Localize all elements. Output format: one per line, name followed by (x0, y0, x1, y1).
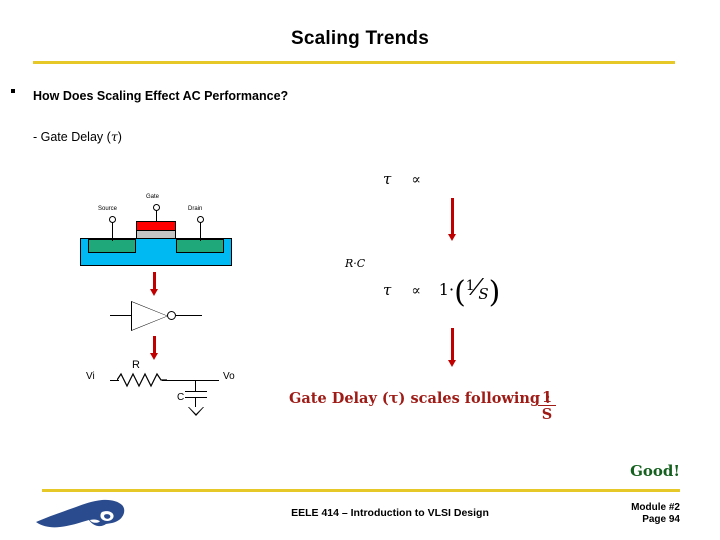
rc-output-wire (162, 380, 219, 381)
arrow-shaft (451, 328, 454, 360)
conclusion-fraction-denominator: S (538, 406, 556, 423)
drain-terminal-lead (200, 222, 201, 241)
equation-2-denominator: S (478, 285, 488, 303)
footer-page-number: Page 94 (560, 514, 680, 526)
arrow-head (448, 234, 456, 241)
arrow-head (448, 360, 456, 367)
arrow-shaft (451, 198, 454, 234)
subbullet-prefix: - Gate Delay ( (33, 130, 111, 144)
gate-terminal-lead (156, 210, 157, 222)
equation-tau-scaling: τ∝1·(1⁄S) (383, 275, 500, 310)
page-title: Scaling Trends (0, 28, 720, 50)
bullet-sub-text: - Gate Delay (τ) (33, 129, 122, 144)
source-terminal-lead (112, 222, 113, 241)
source-terminal-label: Source (98, 206, 117, 212)
arrow-head (150, 289, 158, 296)
equation-1-proportional-sign: ∝ (411, 172, 420, 188)
rc-product-label: R·C (345, 257, 365, 270)
drain-terminal-label: Drain (188, 206, 202, 212)
footer-module-number: Module #2 (560, 502, 680, 514)
rc-circuit-diagram: Vi Vo R C (85, 362, 255, 426)
capacitor-lead-top (195, 380, 196, 391)
inverter-output-wire (176, 315, 202, 316)
equation-tau-proportional: τ∝ (383, 170, 421, 188)
subbullet-suffix: ) (118, 130, 122, 144)
gate-terminal-label: Gate (146, 194, 159, 200)
equation-2-proportional-sign: ∝ (411, 283, 420, 299)
source-terminal-node-icon (109, 216, 116, 223)
down-arrow-icon-inverter-to-rc (150, 336, 159, 360)
down-arrow-icon-transistor-to-inverter (150, 272, 159, 296)
capacitor-plate-bottom (185, 397, 207, 398)
drain-terminal-node-icon (197, 216, 204, 223)
equation-1-tau: τ (383, 170, 391, 188)
inverter-triangle-fill (132, 302, 167, 330)
drain-diffusion-region (176, 239, 224, 253)
tau-symbol: τ (111, 129, 118, 144)
bullet-marker-icon (11, 89, 15, 93)
down-arrow-icon-equation-to-conclusion (448, 328, 457, 368)
title-divider (33, 61, 675, 64)
slide-canvas: Scaling Trends How Does Scaling Effect A… (0, 0, 720, 540)
conclusion-fraction-numerator: 1 (538, 390, 556, 406)
capacitor-label: C (177, 392, 184, 403)
equation-2-paren-close: ) (489, 275, 501, 310)
footer-course-title: EELE 414 – Introduction to VLSI Design (180, 507, 600, 519)
rc-input-label: Vi (86, 371, 95, 382)
arrow-shaft (153, 272, 156, 289)
footer-divider (42, 489, 680, 492)
bobcat-logo-icon (32, 496, 128, 536)
rc-output-label: Vo (223, 371, 235, 382)
inverter-inversion-bubble-icon (167, 311, 176, 320)
arrow-shaft (153, 336, 156, 353)
bullet-primary-text: How Does Scaling Effect AC Performance? (33, 89, 288, 103)
capacitor-plate-top (185, 391, 207, 392)
mosfet-cross-section-diagram: Source Gate Drain (78, 200, 238, 272)
source-diffusion-region (88, 239, 136, 253)
gate-electrode (136, 221, 176, 231)
conclusion-text: Gate Delay (τ) scales following : (289, 390, 550, 407)
inverter-symbol-diagram (110, 298, 202, 334)
verdict-label: Good! (0, 462, 680, 480)
conclusion-fraction: 1 S (538, 390, 556, 423)
footer-module-page: Module #2 Page 94 (560, 502, 680, 526)
inverter-input-wire (110, 315, 131, 316)
down-arrow-icon-equation-1-to-2 (448, 198, 457, 242)
gate-terminal-node-icon (153, 204, 160, 211)
equation-2-numerator: 1 (466, 278, 475, 294)
ground-symbol-fill (189, 407, 203, 414)
equation-2-rhs-lead: 1· (439, 280, 454, 299)
arrow-head (150, 353, 158, 360)
equation-2-tau: τ (383, 281, 391, 299)
resistor-zigzag-icon (117, 370, 167, 392)
equation-2-paren-open: ( (454, 275, 466, 310)
gate-oxide-layer (136, 230, 176, 239)
ground-lead (195, 397, 196, 407)
